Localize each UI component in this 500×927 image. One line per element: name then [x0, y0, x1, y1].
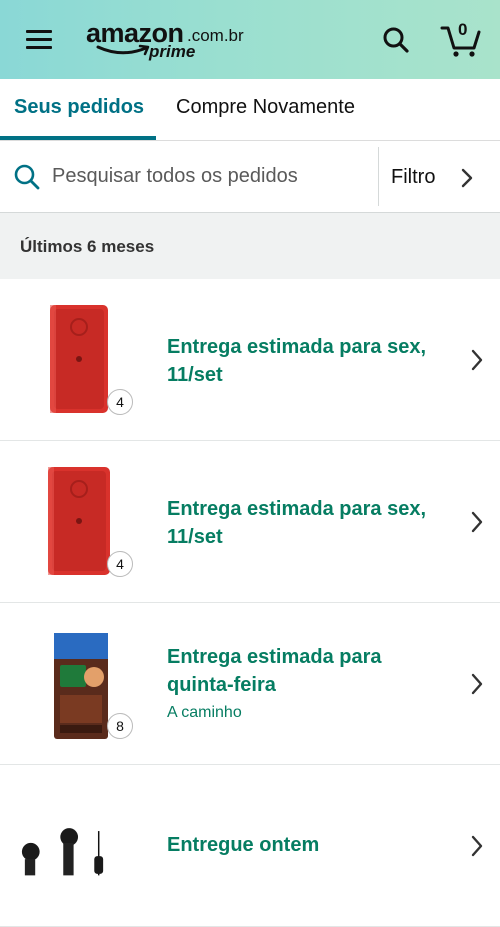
amazon-prime-logo[interactable]: amazon .com.br prime: [86, 18, 256, 64]
order-search-bar: Filtro: [0, 141, 500, 213]
order-substatus: A caminho: [167, 704, 242, 721]
active-tab-indicator: [0, 136, 156, 140]
order-row[interactable]: 8 Entrega estimada para quinta-feira A c…: [0, 603, 500, 765]
search-icon[interactable]: [382, 26, 410, 54]
search-orders-input[interactable]: [52, 163, 370, 189]
order-status: Entrega estimada para quinta-feira: [167, 646, 382, 696]
order-status: Entregue ontem: [167, 834, 320, 856]
order-row[interactable]: 4 Entrega estimada para sex, 11/set: [0, 279, 500, 441]
time-range-title: Últimos 6 meses: [20, 237, 155, 256]
tab-compre-novamente[interactable]: Compre Novamente: [176, 96, 355, 119]
chevron-right-icon: [471, 835, 483, 857]
chevron-right-icon: [471, 673, 483, 695]
filter-button[interactable]: Filtro: [379, 141, 500, 212]
app-header: amazon .com.br prime 0: [0, 0, 500, 79]
quantity-badge: 4: [107, 551, 133, 577]
cart-count: 0: [458, 20, 468, 39]
order-row[interactable]: Entregue ontem: [0, 765, 500, 927]
quantity-badge: 4: [107, 389, 133, 415]
search-icon: [14, 164, 40, 190]
order-status: Entrega estimada para sex, 11/set: [167, 336, 427, 386]
menu-icon[interactable]: [26, 30, 52, 50]
quantity-badge: 8: [107, 713, 133, 739]
order-status: Entrega estimada para sex, 11/set: [167, 498, 427, 548]
cart-icon[interactable]: 0: [440, 20, 482, 58]
chevron-right-icon: [471, 349, 483, 371]
order-tabs: Seus pedidos Compre Novamente: [0, 79, 500, 141]
chevron-right-icon: [471, 511, 483, 533]
earphones-image: [21, 828, 104, 876]
time-range-header: Últimos 6 meses: [0, 213, 500, 279]
tab-seus-pedidos[interactable]: Seus pedidos: [14, 96, 144, 119]
filter-label: Filtro: [391, 166, 436, 188]
order-row[interactable]: 4 Entrega estimada para sex, 11/set: [0, 441, 500, 603]
logo-domain: .com.br: [187, 26, 244, 45]
chevron-right-icon: [461, 168, 473, 188]
logo-smile-icon: [96, 44, 150, 56]
logo-prime: prime: [149, 42, 196, 61]
